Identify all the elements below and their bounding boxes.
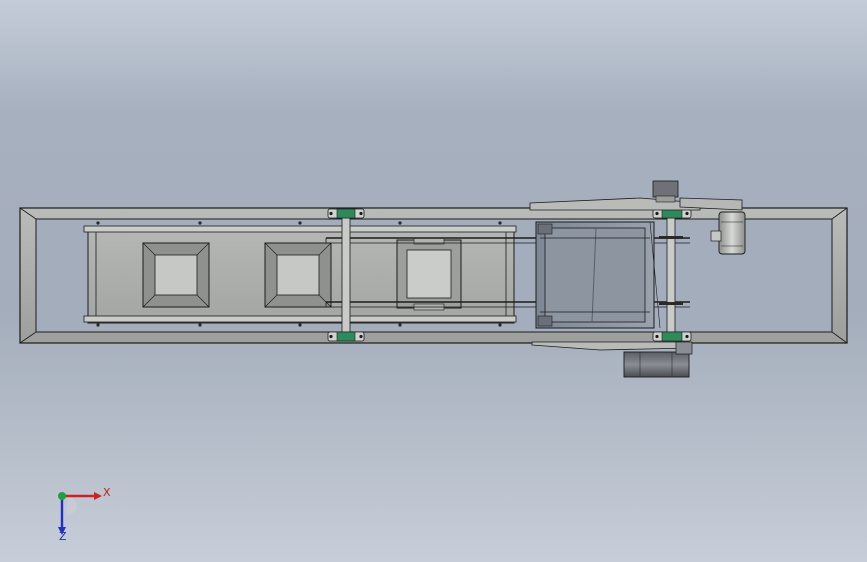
bearing-bottom-right[interactable] [652, 331, 692, 342]
conveyor-model[interactable] [0, 0, 867, 562]
bearing-bottom-left[interactable] [327, 331, 365, 342]
x-axis-label: X [103, 486, 111, 499]
top-motor-block[interactable] [652, 180, 679, 203]
tray-1[interactable] [142, 242, 210, 308]
drive-shaft-1[interactable] [341, 211, 351, 339]
graphics-viewport[interactable]: X Z [0, 0, 867, 562]
z-axis-label: Z [59, 530, 67, 543]
bearing-top-left[interactable] [327, 208, 365, 219]
tray-2[interactable] [264, 242, 332, 308]
tray-3[interactable] [396, 237, 462, 311]
coordinate-triad[interactable]: X Z [40, 482, 120, 552]
drive-shaft-2[interactable] [666, 209, 676, 339]
y-axis-dot [58, 492, 66, 500]
